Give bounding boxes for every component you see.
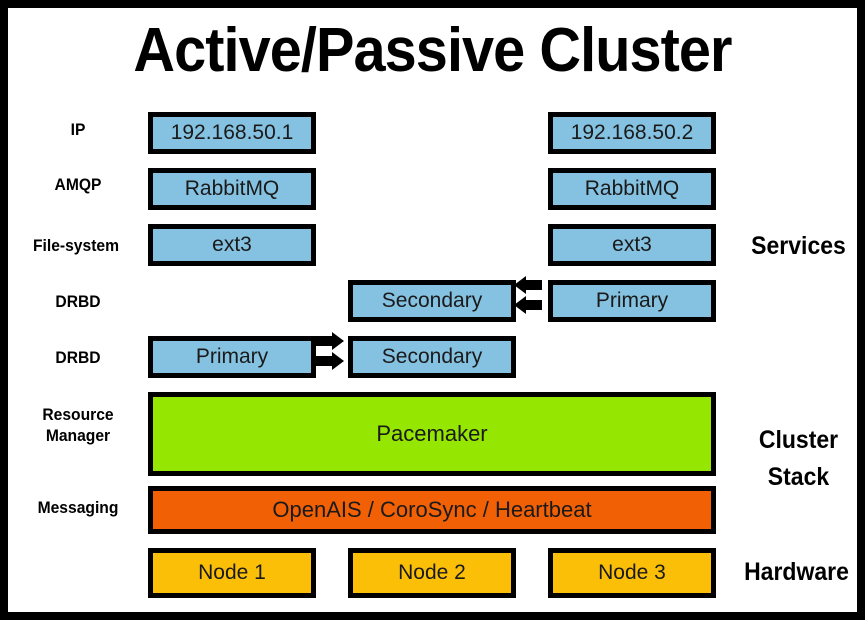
row-label-ip: IP bbox=[70, 120, 86, 139]
row-label-drbd-lower: DRBD bbox=[55, 348, 101, 367]
row-label-file-system: File-system bbox=[32, 236, 120, 255]
box-drbd-lower-secondary[interactable]: Secondary bbox=[348, 336, 516, 378]
box-ip-node-left[interactable]: 192.168.50.1 bbox=[148, 112, 316, 154]
box-amqp-node-right[interactable]: RabbitMQ bbox=[548, 168, 716, 210]
box-amqp-node-left[interactable]: RabbitMQ bbox=[148, 168, 316, 210]
row-label-resource-manager-line1: Resource bbox=[42, 405, 114, 424]
row-label-services: Services bbox=[751, 232, 846, 260]
box-drbd-lower-primary[interactable]: Primary bbox=[148, 336, 316, 378]
row-label-cluster-stack-line1: Cluster bbox=[758, 426, 839, 454]
arrow-right-icon bbox=[312, 332, 346, 376]
box-ip-node-right[interactable]: 192.168.50.2 bbox=[548, 112, 716, 154]
row-label-messaging: Messaging bbox=[37, 498, 119, 517]
box-pacemaker[interactable]: Pacemaker bbox=[148, 392, 716, 476]
row-label-cluster-stack-line2: Stack bbox=[767, 463, 830, 491]
diagram-title: Active/Passive Cluster bbox=[133, 16, 732, 85]
box-filesystem-node-right[interactable]: ext3 bbox=[548, 224, 716, 266]
box-node-1[interactable]: Node 1 bbox=[148, 548, 316, 598]
arrow-left-icon bbox=[512, 276, 546, 320]
row-label-resource-manager-line2: Manager bbox=[45, 426, 111, 445]
box-filesystem-node-left[interactable]: ext3 bbox=[148, 224, 316, 266]
box-drbd-upper-primary[interactable]: Primary bbox=[548, 280, 716, 322]
row-label-hardware: Hardware bbox=[744, 558, 849, 586]
row-label-amqp: AMQP bbox=[54, 175, 102, 194]
box-drbd-upper-secondary[interactable]: Secondary bbox=[348, 280, 516, 322]
active-passive-cluster-diagram: Active/Passive Cluster IP AMQP File-syst… bbox=[0, 0, 865, 620]
row-label-drbd-upper: DRBD bbox=[55, 292, 101, 311]
box-messaging-stack[interactable]: OpenAIS / CoroSync / Heartbeat bbox=[148, 486, 716, 534]
box-node-2[interactable]: Node 2 bbox=[348, 548, 516, 598]
box-node-3[interactable]: Node 3 bbox=[548, 548, 716, 598]
